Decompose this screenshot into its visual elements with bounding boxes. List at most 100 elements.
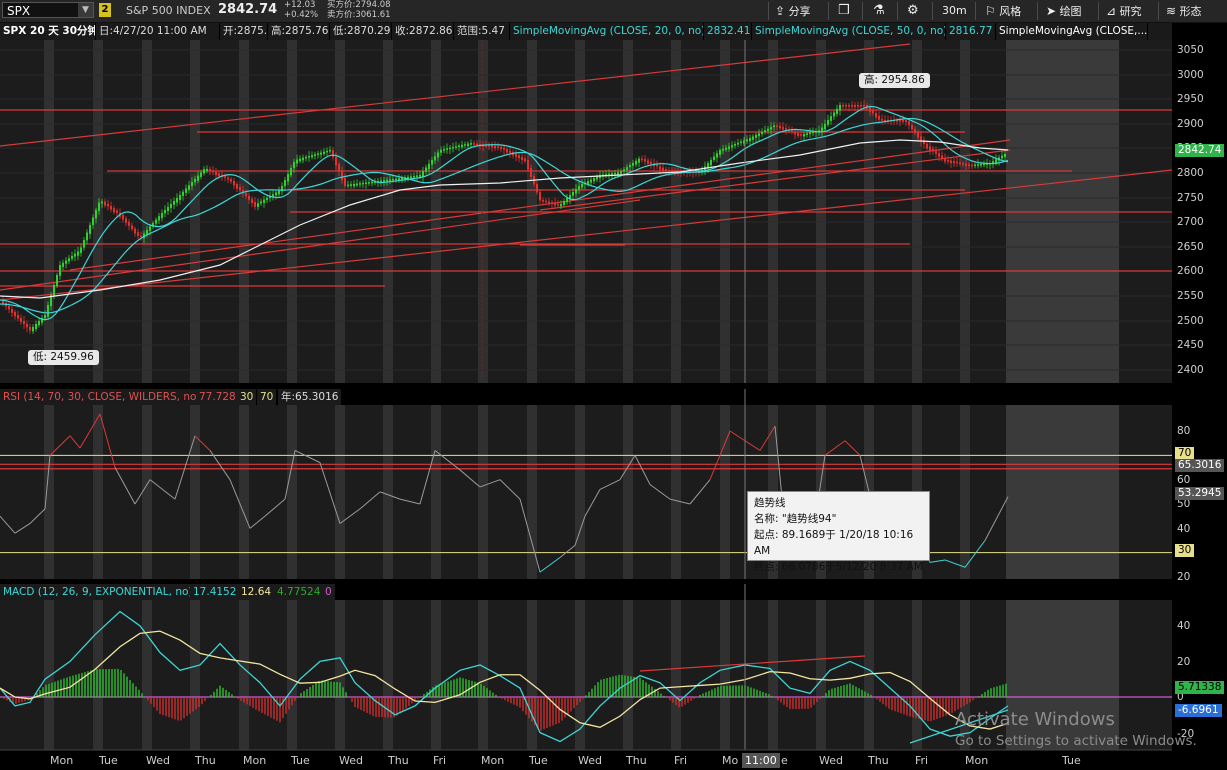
price-tick: 2450 bbox=[1177, 339, 1204, 351]
candle-body bbox=[344, 178, 346, 187]
candle-body bbox=[776, 125, 778, 128]
candle-body bbox=[938, 153, 940, 157]
candle-body bbox=[122, 215, 124, 220]
candle-body bbox=[398, 178, 400, 181]
candle-body bbox=[977, 164, 979, 166]
sma20-label[interactable]: SimpleMovingAvg (CLOSE, 20, 0, no) bbox=[510, 23, 704, 40]
candle-body bbox=[464, 144, 466, 146]
candle-body bbox=[20, 318, 22, 323]
candle-body bbox=[905, 120, 907, 123]
rsi-year: 年:65.3016 bbox=[278, 389, 343, 405]
price-tick: 2550 bbox=[1177, 290, 1204, 302]
candle-body bbox=[305, 156, 307, 159]
candle-body bbox=[92, 217, 94, 226]
candle-body bbox=[194, 178, 196, 183]
candle-body bbox=[392, 178, 394, 181]
timeframe-button[interactable]: 30m bbox=[942, 0, 967, 22]
candle-body bbox=[845, 105, 847, 107]
gear-icon: ⚙ bbox=[907, 3, 919, 18]
session-stripe bbox=[816, 600, 826, 750]
day-label: Thu bbox=[626, 754, 647, 767]
style-button[interactable]: ⚐ 风格 bbox=[985, 0, 1021, 22]
session-stripe bbox=[720, 600, 730, 750]
sma-more-label[interactable]: SimpleMovingAvg (CLOSE,... bbox=[996, 23, 1148, 40]
candle-body bbox=[248, 196, 250, 200]
symbol-dropdown-icon[interactable]: ▼ bbox=[78, 3, 93, 17]
session-stripe bbox=[190, 600, 200, 750]
candle-body bbox=[350, 184, 352, 186]
rsi-oversold: 30 bbox=[237, 389, 258, 405]
sma50-label[interactable]: SimpleMovingAvg (CLOSE, 50, 0, no) bbox=[752, 23, 946, 40]
rsi-tick: 20 bbox=[1177, 571, 1191, 583]
candle-body bbox=[659, 166, 661, 170]
symbol-description: S&P 500 INDEX bbox=[126, 4, 211, 17]
candle-body bbox=[77, 251, 79, 256]
candle-body bbox=[467, 143, 469, 147]
candle-body bbox=[620, 171, 622, 174]
candle-body bbox=[536, 184, 538, 193]
candle-body bbox=[575, 189, 577, 194]
tooltip-end: 终点: 66.0786于5/12/20 8:37 AM bbox=[754, 561, 923, 573]
candle-body bbox=[440, 149, 442, 153]
rsi-label[interactable]: RSI (14, 70, 30, CLOSE, WILDERS, no) bbox=[0, 389, 205, 405]
chart-symbol-period[interactable]: SPX 20 天 30分钟 bbox=[0, 23, 96, 40]
flask-button[interactable]: ⚗ bbox=[873, 0, 885, 22]
candle-body bbox=[80, 247, 82, 253]
candle-body bbox=[368, 182, 370, 184]
candle-body bbox=[626, 167, 628, 170]
candle-body bbox=[23, 321, 25, 325]
candle-body bbox=[779, 125, 781, 129]
candle-body bbox=[455, 146, 457, 148]
candle-body bbox=[365, 182, 367, 184]
drawings-button[interactable]: ➤ 绘图 bbox=[1046, 0, 1082, 22]
candle-body bbox=[968, 164, 970, 166]
candle-body bbox=[764, 130, 766, 132]
share-button[interactable]: ⇪ 分享 bbox=[775, 0, 811, 22]
high-callout: 高: 2954.86 bbox=[859, 73, 930, 88]
candle-body bbox=[104, 201, 106, 206]
link-group-badge[interactable]: 2 bbox=[99, 3, 111, 17]
candle-body bbox=[836, 108, 838, 115]
candle-body bbox=[809, 132, 811, 135]
chart-canvas[interactable] bbox=[0, 40, 1227, 770]
day-label: Fri bbox=[674, 754, 688, 767]
candle-body bbox=[956, 161, 958, 164]
change-value: +12.03 bbox=[284, 0, 316, 10]
day-label: Tue bbox=[1062, 754, 1081, 767]
candle-body bbox=[98, 202, 100, 211]
candle-body bbox=[710, 159, 712, 166]
session-stripe bbox=[912, 600, 922, 750]
candle-body bbox=[443, 149, 445, 151]
session-stripe bbox=[44, 600, 54, 750]
candle-body bbox=[632, 162, 634, 166]
candle-body bbox=[191, 182, 193, 187]
candle-body bbox=[971, 164, 973, 167]
price-tick: 3000 bbox=[1177, 69, 1204, 81]
studies-button[interactable]: ⊿ 研究 bbox=[1106, 0, 1142, 22]
candle-body bbox=[638, 158, 640, 163]
candle-body bbox=[113, 208, 115, 213]
candle-body bbox=[47, 305, 49, 317]
candle-body bbox=[824, 123, 826, 130]
tooltip-title: 趋势线 bbox=[754, 497, 786, 509]
candle-body bbox=[872, 110, 874, 114]
candle-body bbox=[506, 149, 508, 153]
price-tick: 2500 bbox=[1177, 315, 1204, 327]
candle-body bbox=[473, 143, 475, 145]
macd-label[interactable]: MACD (12, 26, 9, EXPONENTIAL, no) bbox=[0, 584, 197, 600]
patterns-button[interactable]: ≋ 形态 bbox=[1166, 0, 1202, 22]
candle-body bbox=[749, 138, 751, 142]
news-button[interactable]: ❒ bbox=[838, 0, 850, 22]
candle-body bbox=[419, 175, 421, 177]
candle-body bbox=[767, 128, 769, 131]
settings-button[interactable]: ⚙ bbox=[907, 0, 919, 22]
candle-body bbox=[353, 183, 355, 187]
session-stripe bbox=[142, 40, 152, 383]
low-callout: 低: 2459.96 bbox=[28, 350, 99, 365]
candle-body bbox=[944, 157, 946, 162]
candle-body bbox=[737, 142, 739, 145]
candle-body bbox=[179, 195, 181, 200]
candle-body bbox=[860, 105, 862, 107]
candle-body bbox=[941, 155, 943, 160]
session-stripe bbox=[190, 40, 200, 383]
